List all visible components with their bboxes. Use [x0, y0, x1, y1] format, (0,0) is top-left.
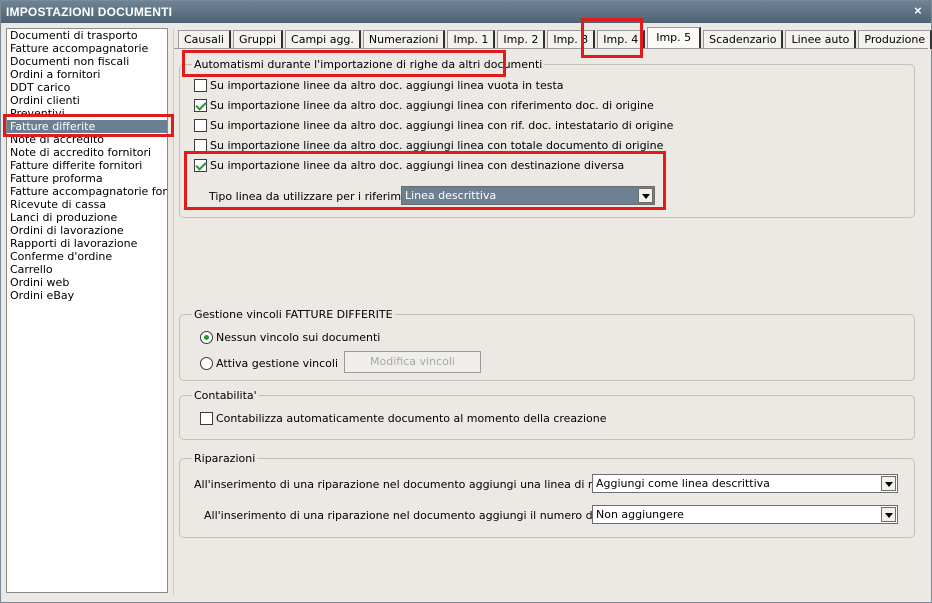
list-item[interactable]: Conferme d'ordine	[7, 250, 167, 263]
list-item[interactable]: Documenti non fiscali	[7, 55, 167, 68]
tab-causali[interactable]: Causali	[178, 30, 231, 49]
automatismo-checkbox[interactable]	[194, 159, 207, 172]
riparazione-matricola-value: Non aggiungere	[596, 508, 684, 521]
vincoli-group	[179, 314, 915, 381]
list-item[interactable]: Fatture accompagnatorie	[7, 42, 167, 55]
tab-bar: Causali Gruppi Campi agg. Numerazioni Imp. 1…	[178, 27, 932, 49]
list-item[interactable]: Ordini web	[7, 276, 167, 289]
modifica-vincoli-button[interactable]: Modifica vincoli	[344, 351, 481, 373]
tab-imp-5[interactable]: Imp. 5	[647, 27, 702, 49]
tab-imp-2[interactable]: Imp. 2	[497, 30, 546, 49]
list-item[interactable]: Note di accredito	[7, 133, 167, 146]
riparazione-matricola-label: All'inserimento di una riparazione nel d…	[204, 509, 659, 522]
automatismi-legend: Automatismi durante l'importazione di ri…	[192, 58, 545, 71]
contabilizza-label: Contabilizza automaticamente documento a…	[216, 412, 607, 425]
automatismo-checkbox[interactable]	[194, 79, 207, 92]
tab-imp-1[interactable]: Imp. 1	[447, 30, 496, 49]
riparazione-linea-label: All'inserimento di una riparazione nel d…	[194, 478, 657, 491]
chevron-down-icon[interactable]	[881, 476, 896, 491]
radio-attiva-vincoli[interactable]	[200, 357, 213, 370]
automatismo-checkbox[interactable]	[194, 99, 207, 112]
contabilita-legend: Contabilita'	[192, 389, 259, 402]
automatismo-checkbox[interactable]	[194, 139, 207, 152]
list-item[interactable]: Fatture accompagnatorie fornito	[7, 185, 167, 198]
automatismo-label: Su importazione linee da altro doc. aggi…	[210, 79, 564, 92]
tipo-linea-value: Linea descrittiva	[405, 189, 497, 202]
automatismo-label: Su importazione linee da altro doc. aggi…	[210, 139, 664, 152]
riparazione-linea-value: Aggiungi come linea descrittiva	[596, 477, 770, 490]
tab-scadenzario[interactable]: Scadenzario	[703, 30, 784, 49]
radio-attiva-vincoli-label: Attiva gestione vincoli	[216, 357, 339, 370]
list-item[interactable]: Fatture differite	[7, 120, 167, 133]
tab-body: Automatismi durante l'importazione di ri…	[174, 48, 928, 596]
window-titlebar: IMPOSTAZIONI DOCUMENTI ×	[1, 1, 931, 23]
tab-imp-3[interactable]: Imp. 3	[547, 30, 596, 49]
riparazione-matricola-select[interactable]: Non aggiungere	[592, 505, 898, 524]
riparazioni-group	[179, 458, 915, 538]
radio-nessun-vincolo[interactable]	[200, 331, 213, 344]
list-item[interactable]: Preventivi	[7, 107, 167, 120]
list-item[interactable]: Rapporti di lavorazione	[7, 237, 167, 250]
list-item[interactable]: Fatture proforma	[7, 172, 167, 185]
tab-linee-auto[interactable]: Linee auto	[785, 30, 857, 49]
tab-imp-4[interactable]: Imp. 4	[597, 30, 646, 49]
list-item[interactable]: Carrello	[7, 263, 167, 276]
tipo-linea-label: Tipo linea da utilizzare per i riferimen…	[209, 190, 430, 203]
window-title: IMPOSTAZIONI DOCUMENTI	[6, 5, 173, 19]
list-item[interactable]: DDT carico	[7, 81, 167, 94]
tipo-linea-select[interactable]: Linea descrittiva	[401, 186, 655, 205]
list-item[interactable]: Ordini a fornitori	[7, 68, 167, 81]
tab-produzione[interactable]: Produzione	[858, 30, 932, 49]
automatismo-label: Su importazione linee da altro doc. aggi…	[210, 159, 625, 172]
list-item[interactable]: Note di accredito fornitori	[7, 146, 167, 159]
list-item[interactable]: Lanci di produzione	[7, 211, 167, 224]
automatismo-label: Su importazione linee da altro doc. aggi…	[210, 99, 654, 112]
list-item[interactable]: Ricevute di cassa	[7, 198, 167, 211]
chevron-down-icon[interactable]	[638, 188, 653, 203]
riparazione-linea-select[interactable]: Aggiungi come linea descrittiva	[592, 474, 898, 493]
settings-panel: Causali Gruppi Campi agg. Numerazioni Imp. 1…	[173, 27, 932, 596]
tab-campi-agg[interactable]: Campi agg.	[285, 30, 361, 49]
settings-window: IMPOSTAZIONI DOCUMENTI × Documenti di tr…	[0, 0, 932, 603]
list-item[interactable]: Ordini eBay	[7, 289, 167, 302]
tab-gruppi[interactable]: Gruppi	[232, 30, 284, 49]
document-type-list[interactable]: Documenti di trasporto Fatture accompagna…	[6, 28, 168, 593]
list-item[interactable]: Ordini di lavorazione	[7, 224, 167, 237]
list-item[interactable]: Ordini clienti	[7, 94, 167, 107]
radio-nessun-vincolo-label: Nessun vincolo sui documenti	[216, 331, 381, 344]
close-icon[interactable]: ×	[911, 4, 925, 18]
tab-numerazioni[interactable]: Numerazioni	[362, 30, 446, 49]
list-item[interactable]: Documenti di trasporto	[7, 29, 167, 42]
automatismo-label: Su importazione linee da altro doc. aggi…	[210, 119, 674, 132]
list-item[interactable]: Fatture differite fornitori	[7, 159, 167, 172]
contabilizza-checkbox[interactable]	[200, 412, 213, 425]
riparazioni-legend: Riparazioni	[192, 452, 258, 465]
chevron-down-icon[interactable]	[881, 507, 896, 522]
vincoli-legend: Gestione vincoli FATTURE DIFFERITE	[192, 308, 395, 321]
automatismo-checkbox[interactable]	[194, 119, 207, 132]
